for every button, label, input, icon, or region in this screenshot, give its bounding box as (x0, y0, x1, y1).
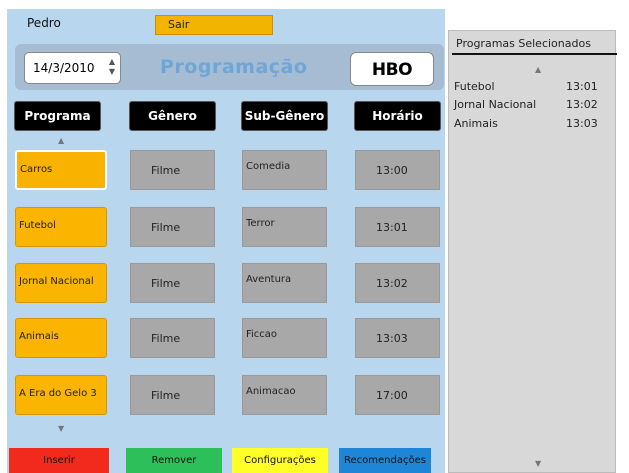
channel-logo[interactable]: HBO (350, 52, 434, 86)
subgenre-cell[interactable]: Animacao (242, 375, 327, 415)
user-name: Pedro (27, 16, 61, 30)
program-button[interactable]: Carros (15, 150, 107, 190)
scroll-up-icon[interactable]: ▲ (58, 136, 64, 145)
selected-program-name: Animais (454, 117, 498, 130)
selected-programs-panel (448, 30, 616, 473)
date-value: 14/3/2010 (33, 61, 95, 75)
selected-scroll-up-icon[interactable]: ▲ (535, 65, 541, 74)
selected-program-item[interactable]: Futebol 13:01 (454, 80, 604, 93)
selected-program-name: Jornal Nacional (454, 98, 537, 111)
genre-cell[interactable]: Filme (130, 150, 215, 190)
spinner-up-icon[interactable]: ▲ (107, 57, 117, 67)
subgenre-cell[interactable]: Ficcao (242, 318, 327, 358)
selected-program-time: 13:02 (566, 98, 598, 111)
remove-button[interactable]: Remover (126, 448, 222, 473)
app-window: Pedro Sair 14/3/2010 ▲ ▼ Programação HBO… (0, 0, 629, 473)
column-header-genero: Gênero (130, 102, 215, 130)
selected-program-item[interactable]: Jornal Nacional 13:02 (454, 98, 604, 111)
divider (452, 53, 617, 55)
time-cell[interactable]: 17:00 (355, 375, 440, 415)
column-header-horario: Horário (355, 102, 440, 130)
genre-cell[interactable]: Filme (130, 207, 215, 247)
time-cell[interactable]: 13:01 (355, 207, 440, 247)
insert-button[interactable]: Inserir (9, 448, 109, 473)
recommendations-button[interactable]: Recomendações (339, 448, 431, 473)
genre-cell[interactable]: Filme (130, 375, 215, 415)
program-button[interactable]: Futebol (15, 207, 107, 247)
date-spinner[interactable]: ▲ ▼ (107, 57, 117, 79)
selected-program-time: 13:01 (566, 80, 598, 93)
genre-cell[interactable]: Filme (130, 318, 215, 358)
column-header-subgenero: Sub-Gênero (242, 102, 327, 130)
page-title: Programação (160, 56, 308, 78)
selected-programs-title: Programas Selecionados (456, 37, 591, 50)
subgenre-cell[interactable]: Aventura (242, 263, 327, 303)
subgenre-cell[interactable]: Comedia (242, 150, 327, 190)
selected-program-time: 13:03 (566, 117, 598, 130)
selected-program-name: Futebol (454, 80, 495, 93)
genre-cell[interactable]: Filme (130, 263, 215, 303)
time-cell[interactable]: 13:03 (355, 318, 440, 358)
selected-program-item[interactable]: Animais 13:03 (454, 117, 604, 130)
scroll-down-icon[interactable]: ▼ (58, 424, 64, 433)
spinner-down-icon[interactable]: ▼ (107, 67, 117, 77)
subgenre-cell[interactable]: Terror (242, 207, 327, 247)
channel-logo-text: HBO (371, 60, 413, 80)
time-cell[interactable]: 13:02 (355, 263, 440, 303)
program-button[interactable]: Animais (15, 318, 107, 358)
program-button[interactable]: A Era do Gelo 3 (15, 375, 107, 415)
settings-button[interactable]: Configurações (232, 448, 328, 473)
program-button[interactable]: Jornal Nacional (15, 263, 107, 303)
time-cell[interactable]: 13:00 (355, 150, 440, 190)
selected-scroll-down-icon[interactable]: ▼ (535, 459, 541, 468)
logout-button[interactable]: Sair (155, 15, 273, 35)
column-header-programa: Programa (15, 102, 100, 130)
